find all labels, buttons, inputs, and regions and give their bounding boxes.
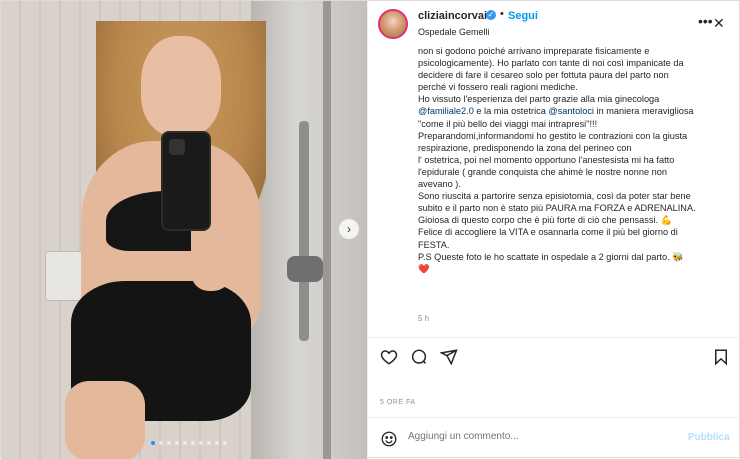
carousel-dot [151,441,155,445]
heart-icon[interactable] [380,348,398,371]
caption-line: non si godono poiché arrivano impreparat… [418,47,650,56]
mention-link[interactable]: @santoloci [548,106,594,116]
caption-line: decidere di fare il cesareo solo per fot… [418,70,669,81]
shower-head [287,256,323,282]
caption-line: subito e il parto non è stato più PAURA … [418,203,696,214]
caption-line: Felice di accogliere la VITA e osannarla… [418,227,678,238]
caption-line: ❤️ [418,263,430,274]
carousel-dot [223,441,227,445]
phone [161,131,211,231]
caption-line: l'epidurale ( grande conquista che ahimè… [418,166,667,177]
caption-line: avevano ). [418,179,461,190]
verified-badge-icon: ✓ [486,10,496,20]
face [141,36,221,136]
carousel-dot [191,441,195,445]
close-icon[interactable]: ✕ [713,15,725,32]
caption-line: perché vi fossero reali ragioni mediche. [418,82,578,93]
next-photo-button[interactable]: › [339,219,359,239]
caption-line: Gioiosa di questo corpo che è più forte … [418,215,673,226]
caption-time: 5 h [418,314,430,323]
comment-bar: Pubblica [368,417,740,459]
more-options-icon[interactable]: ••• [698,13,713,29]
leg [65,381,145,459]
caption-line: FESTA. [418,239,450,250]
location-link[interactable]: Ospedale Gemelli [418,27,490,37]
follow-button[interactable]: Segui [508,10,538,22]
caption-line: Preparandomi,informandomi ho gestito le … [418,130,688,141]
comment-icon[interactable] [410,348,428,371]
bookmark-icon[interactable] [712,348,730,371]
post-header: cliziaincorvaia ✓ • Segui Ospedale Gemel… [368,1,740,47]
caption-line: psicologicamente). Ho parlato con tante … [418,58,684,69]
post-photo[interactable]: › [1,1,367,459]
carousel-dot [207,441,211,445]
publish-button[interactable]: Pubblica [688,432,730,443]
username[interactable]: cliziaincorvaia [418,10,493,22]
post-caption: non si godono poiché arrivano impreparat… [418,47,736,309]
carousel-dot [215,441,219,445]
caption-line: Ho vissuto l'esperienza del parto grazie… [418,94,660,105]
caption-line: P.S Queste foto le ho scattate in ospeda… [418,251,684,262]
mention-link[interactable]: @familiale2.0 [418,106,474,116]
post-timestamp: 5 ORE FA [380,399,416,406]
caption-line: Sono riuscita a partorire senza episioto… [418,191,691,202]
carousel-indicators [151,441,227,445]
caption-line: "come il più bello dei viaggi mai intrap… [418,118,598,129]
caption-text: in maniera meravigliosa [593,106,694,117]
post-side-panel: cliziaincorvaia ✓ • Segui Ospedale Gemel… [367,1,740,459]
share-icon[interactable] [439,348,458,371]
post-modal: › cliziaincorvaia ✓ • Segui Ospedale Gem… [0,0,740,459]
caption-text: e la mia ostetrica [473,106,549,117]
separator-dot: • [500,8,504,20]
camera [169,139,185,155]
avatar[interactable] [378,9,408,39]
shower-pipe [299,121,309,341]
carousel-dot [199,441,203,445]
comment-input[interactable] [408,431,668,442]
carousel-dot [167,441,171,445]
caption-line: respirazione, predisponendo la zona del … [418,142,632,153]
emoji-icon[interactable] [380,430,398,451]
carousel-dot [183,441,187,445]
carousel-dot [159,441,163,445]
carousel-dot [175,441,179,445]
door-frame [323,1,331,459]
action-bar [368,337,740,377]
caption-line: @familiale2.0 e la mia ostetrica @santol… [418,105,736,117]
caption-line: l' ostetrica, poi nel momento opportuno … [418,154,675,165]
